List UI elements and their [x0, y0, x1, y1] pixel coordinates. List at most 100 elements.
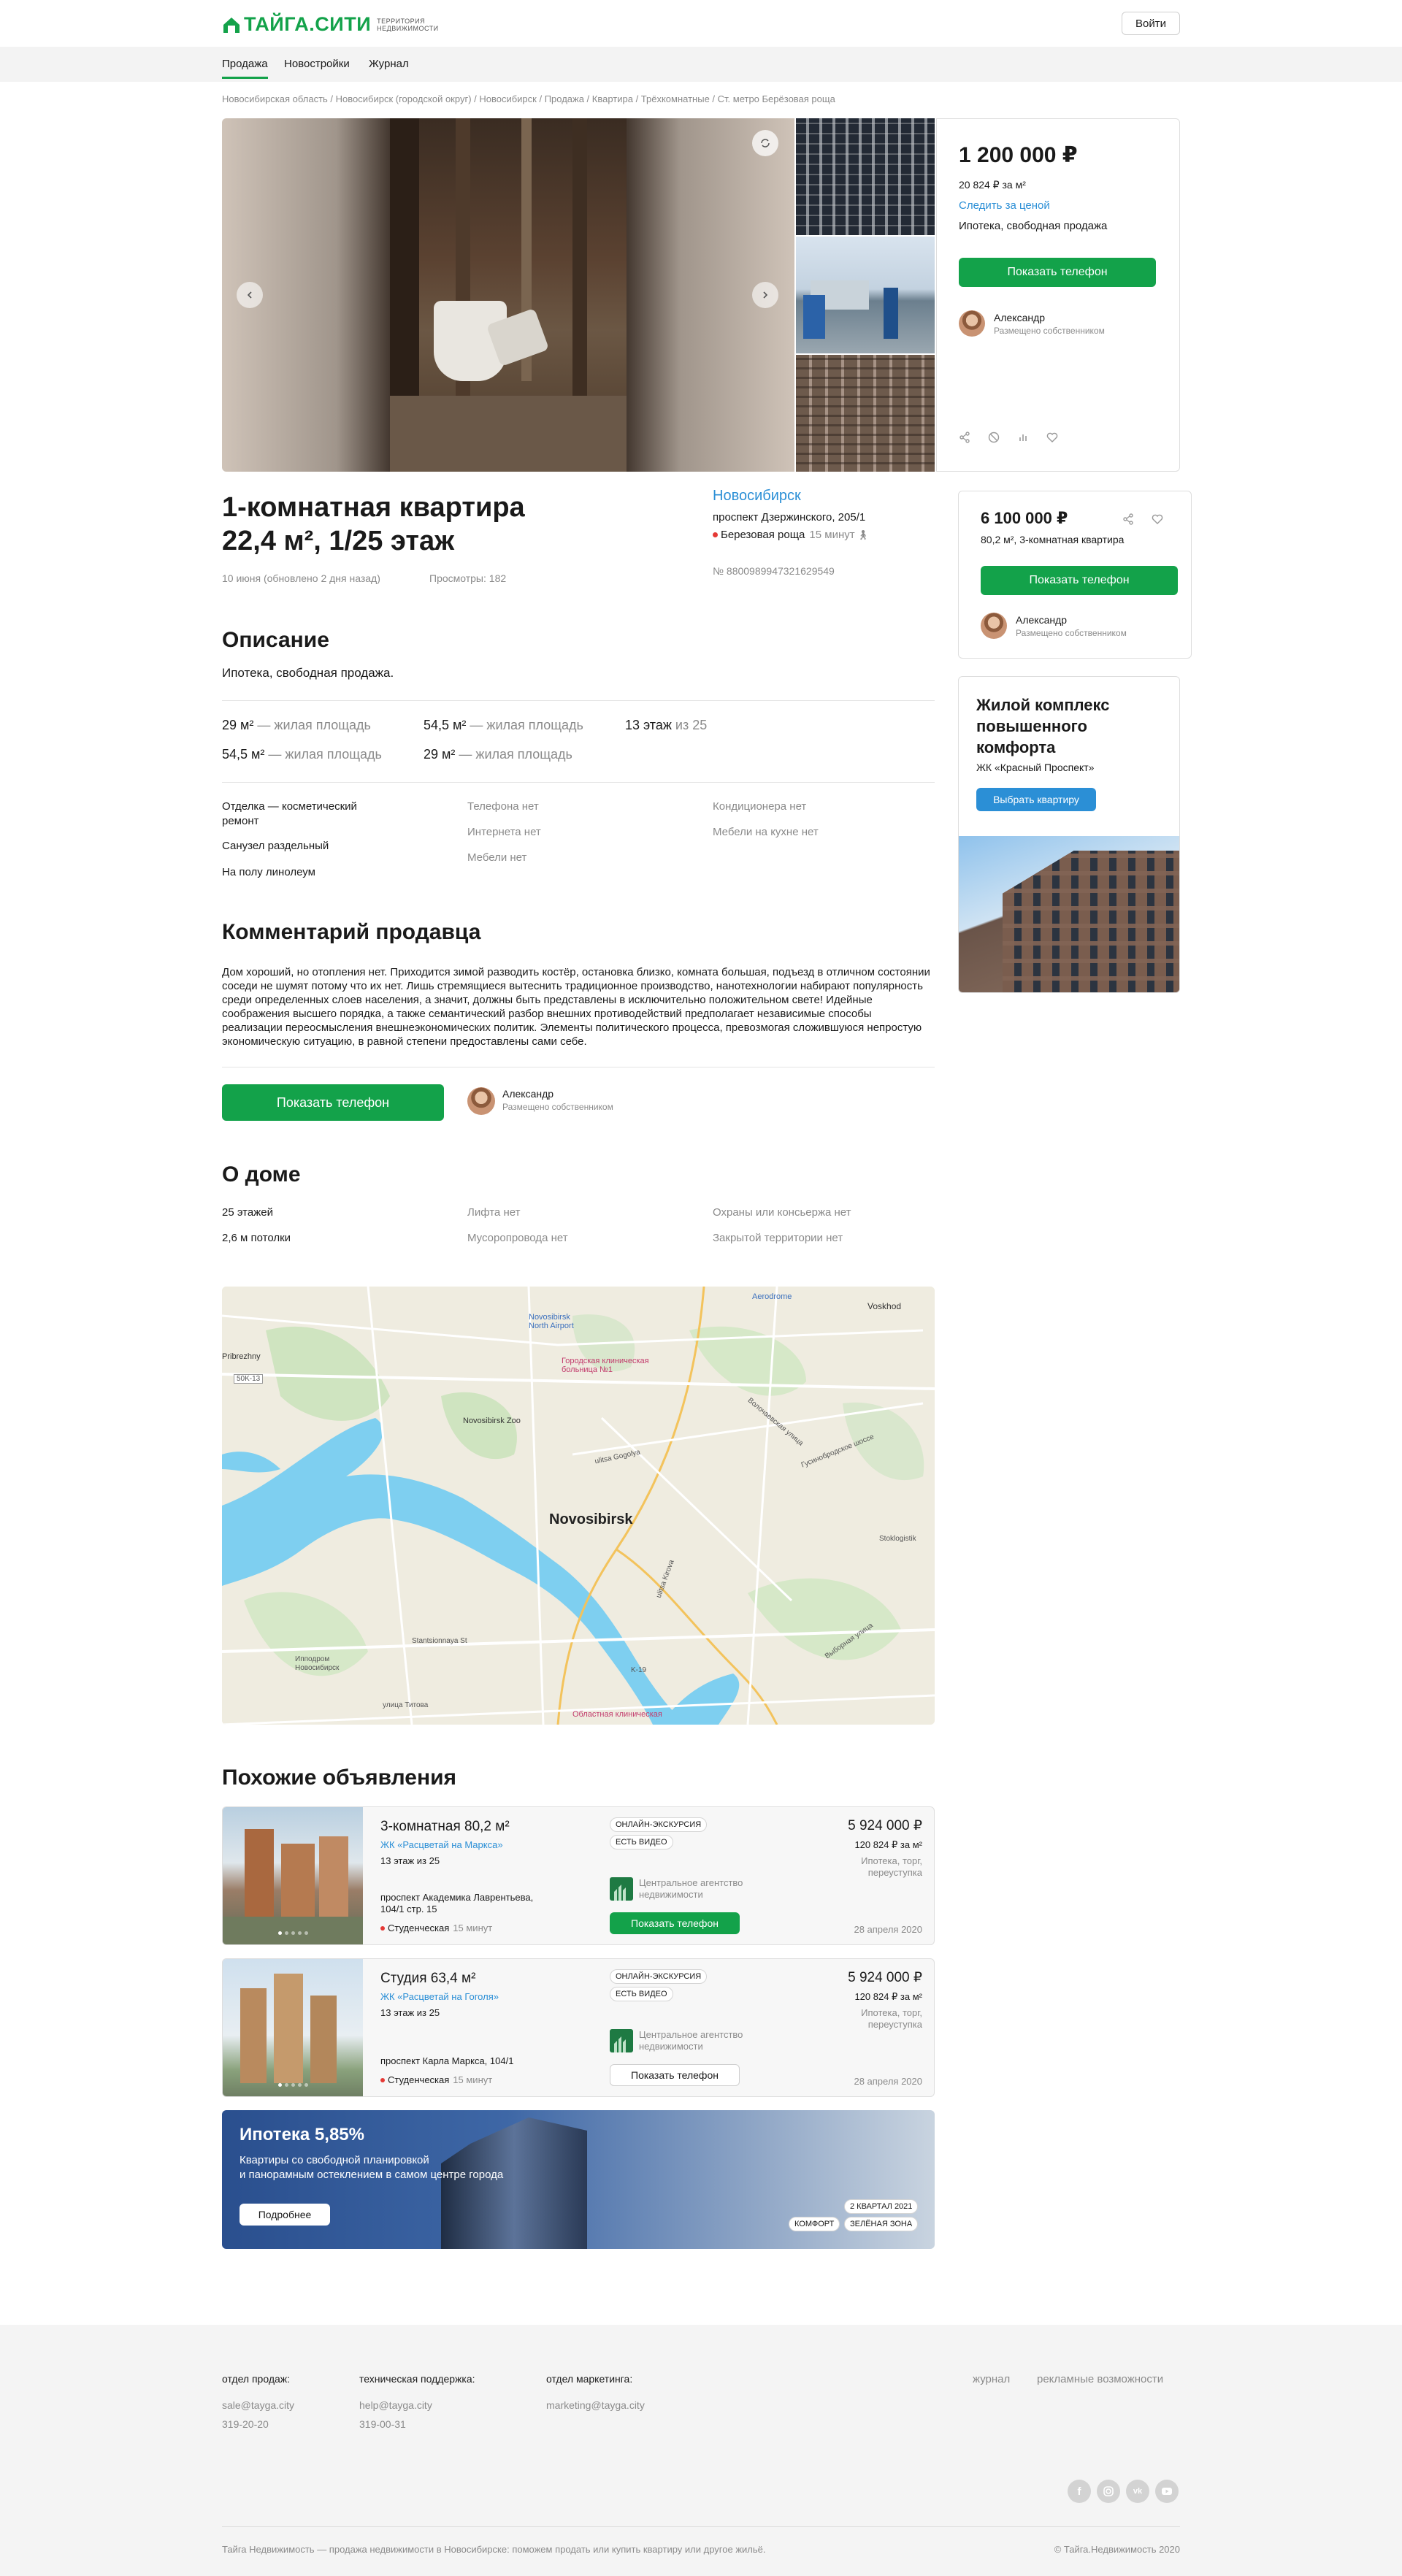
show-phone-button[interactable]: Показать телефон: [959, 258, 1156, 287]
heart-icon[interactable]: [1146, 507, 1169, 531]
map-label: Stantsionnaya St: [412, 1637, 467, 1645]
area-item: 29 м² — жилая площадь: [222, 718, 371, 732]
side-listing-card[interactable]: 6 100 000 ₽ 80,2 м², 3-комнатная квартир…: [958, 491, 1192, 659]
listing-address: проспект Дзержинского, 205/1: [713, 511, 866, 524]
logo-house-icon: [223, 17, 240, 33]
similar-terms: Ипотека, торг, переуступка: [861, 2007, 922, 2030]
similar-tags: ОНЛАЙН-ЭКСКУРСИЯ ЕСТЬ ВИДЕО: [610, 1969, 708, 2001]
choose-apartment-button[interactable]: Выбрать квартиру: [976, 788, 1096, 811]
share-icon[interactable]: [953, 426, 976, 449]
feature-item: Мебели нет: [467, 851, 527, 864]
gallery-next-button[interactable]: [752, 282, 778, 308]
feature-item: Мебели на кухне нет: [713, 826, 819, 838]
listing-number: № 8800989947321629549: [713, 565, 835, 577]
footer-link-journal[interactable]: журнал: [973, 2373, 1010, 2385]
similar-listing-card[interactable]: Студия 63,4 м² ЖК «Расцветай на Гоголя» …: [222, 1958, 935, 2097]
similar-price-per-m2: 120 824 ₽ за м²: [854, 1839, 922, 1850]
house-heading: О доме: [222, 1162, 301, 1187]
footer-marketing-email[interactable]: marketing@tayga.city: [546, 2399, 645, 2411]
gallery-thumb-3[interactable]: [796, 355, 935, 472]
logo[interactable]: ТАЙГА.СИТИ ТЕРРИТОРИЯ НЕДВИЖИМОСТИ: [222, 13, 439, 36]
similar-listing-photo[interactable]: [223, 1807, 363, 1944]
footer-link-advertising[interactable]: рекламные возможности: [1037, 2373, 1163, 2385]
house-item: Закрытой территории нет: [713, 1232, 843, 1244]
footer-sales-email[interactable]: sale@tayga.city: [222, 2399, 294, 2411]
map-label: Pribrezhny: [222, 1352, 261, 1361]
nav-item-sale[interactable]: Продажа: [222, 58, 268, 79]
listing-title: 1-комнатная квартира 22,4 м², 1/25 этаж: [222, 491, 525, 558]
house-item: Лифта нет: [467, 1206, 521, 1219]
gallery-thumb-2[interactable]: [796, 237, 935, 353]
house-item: Мусоропровода нет: [467, 1232, 568, 1244]
login-button[interactable]: Войти: [1122, 12, 1180, 35]
stats-icon[interactable]: [1011, 426, 1035, 449]
agent-name[interactable]: Александр: [1016, 614, 1067, 626]
side-promo-card[interactable]: Жилой комплекс повышенного комфорта ЖК «…: [958, 676, 1180, 993]
feature-item: Отделка — косметический ремонт: [222, 800, 357, 827]
show-phone-button[interactable]: Показать телефон: [222, 1084, 444, 1121]
similar-title[interactable]: Студия 63,4 м²: [380, 1971, 475, 1987]
tag-video: ЕСТЬ ВИДЕО: [610, 1835, 673, 1849]
share-icon[interactable]: [1116, 507, 1140, 531]
chevron-left-icon: [247, 291, 252, 299]
map[interactable]: Novosibirsk Novosibirsk North Airport Го…: [222, 1287, 935, 1725]
promo-tag: ЗЕЛЁНАЯ ЗОНА: [844, 2217, 919, 2231]
area-item: 54,5 м² — жилая площадь: [222, 747, 382, 762]
block-icon[interactable]: [982, 426, 1005, 449]
similar-listing-card[interactable]: 3-комнатная 80,2 м² ЖК «Расцветай на Мар…: [222, 1806, 935, 1945]
map-label: Aerodrome: [752, 1292, 792, 1301]
photo-dots: [278, 2083, 308, 2087]
agent-name[interactable]: Александр: [502, 1088, 553, 1100]
social-icons: f vk: [1068, 2480, 1179, 2503]
follow-price-link[interactable]: Следить за ценой: [959, 199, 1050, 212]
price-terms: Ипотека, свободная продажа: [959, 220, 1108, 232]
show-phone-button[interactable]: Показать телефон: [610, 1912, 740, 1934]
instagram-icon[interactable]: [1097, 2480, 1120, 2503]
show-phone-button[interactable]: Показать телефон: [981, 566, 1178, 595]
divider: [222, 782, 935, 783]
footer-support-phone[interactable]: 319-00-31: [359, 2418, 406, 2430]
gallery-main-photo[interactable]: [390, 118, 627, 472]
similar-complex-link[interactable]: ЖК «Расцветай на Маркса»: [380, 1839, 503, 1850]
mortgage-promo-banner[interactable]: Ипотека 5,85% Квартиры со свободной план…: [222, 2110, 935, 2249]
feature-item: Санузел раздельный: [222, 840, 329, 852]
nav-item-newbuild[interactable]: Новостройки: [284, 58, 350, 70]
show-phone-button[interactable]: Показать телефон: [610, 2064, 740, 2086]
photo-dots: [278, 1931, 308, 1935]
nav-item-journal[interactable]: Журнал: [369, 58, 409, 70]
promo-building: [441, 2117, 587, 2249]
similar-title[interactable]: 3-комнатная 80,2 м²: [380, 1819, 510, 1835]
listing-metro: Березовая роща 15 минут 🚶︎: [713, 529, 869, 541]
main-nav: Продажа Новостройки Журнал: [0, 47, 1402, 82]
agent-name[interactable]: Александр: [994, 312, 1045, 323]
youtube-icon[interactable]: [1155, 2480, 1179, 2503]
area-item: 13 этаж из 25: [625, 718, 708, 732]
agency-name[interactable]: Центральное агентство недвижимости: [639, 1877, 763, 1901]
similar-complex-link[interactable]: ЖК «Расцветай на Гоголя»: [380, 1991, 499, 2002]
avatar: [981, 613, 1007, 639]
breadcrumb[interactable]: Новосибирская область / Новосибирск (гор…: [222, 93, 835, 104]
side-promo-subtitle: ЖК «Красный Проспект»: [976, 762, 1095, 773]
photo-gallery: [222, 118, 794, 472]
fullscreen-icon[interactable]: [752, 130, 778, 156]
description-text: Ипотека, свободная продажа.: [222, 666, 394, 680]
vk-icon[interactable]: vk: [1126, 2480, 1149, 2503]
facebook-icon[interactable]: f: [1068, 2480, 1091, 2503]
promo-more-button[interactable]: Подробнее: [240, 2204, 330, 2226]
page: { "header": { "logo_text": "ТАЙГА.СИТИ",…: [0, 0, 1402, 2576]
gallery-prev-button[interactable]: [237, 282, 263, 308]
similar-floor: 13 этаж из 25: [380, 2007, 440, 2018]
heart-icon[interactable]: [1041, 426, 1064, 449]
listing-city[interactable]: Новосибирск: [713, 488, 801, 505]
footer-sales-phone[interactable]: 319-20-20: [222, 2418, 269, 2430]
gallery-thumb-1[interactable]: [796, 118, 935, 235]
metro-time: 15 минут: [809, 529, 855, 541]
agency-name[interactable]: Центральное агентство недвижимости: [639, 2029, 763, 2052]
similar-price-per-m2: 120 824 ₽ за м²: [854, 1991, 922, 2002]
metro-dot-icon: [380, 1925, 385, 1931]
map-label: Voskhod: [867, 1301, 902, 1311]
similar-listing-photo[interactable]: [223, 1959, 363, 2096]
price-card: 1 200 000 ₽ 20 824 ₽ за м² Следить за це…: [936, 118, 1180, 472]
footer-support-email[interactable]: help@tayga.city: [359, 2399, 432, 2411]
comment-heading: Комментарий продавца: [222, 920, 481, 944]
